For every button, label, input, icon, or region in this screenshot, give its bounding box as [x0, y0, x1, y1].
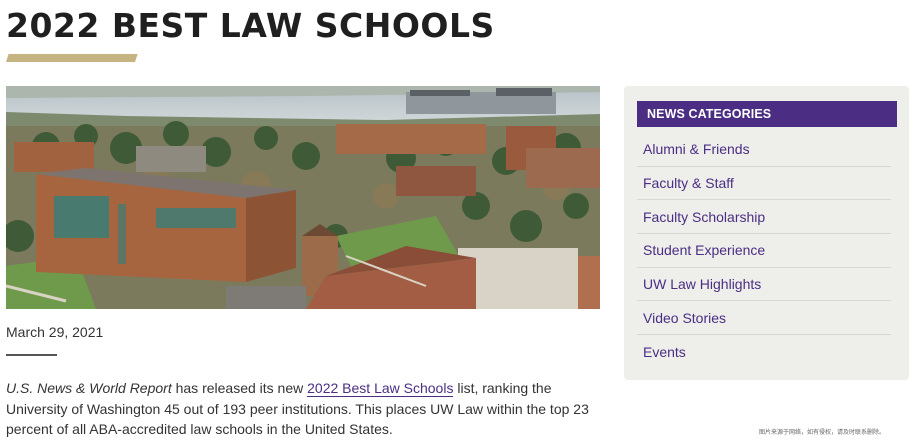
category-link-student-experience[interactable]: Student Experience — [637, 234, 891, 268]
image-source-notice: 图片来源于网络，如有侵权，请及时联系删除。 — [759, 430, 886, 436]
article-date: March 29, 2021 — [6, 324, 104, 340]
category-link-video-stories[interactable]: Video Stories — [637, 301, 891, 336]
category-link-faculty-staff[interactable]: Faculty & Staff — [637, 167, 891, 201]
article-lede: U.S. News & World Report has released it… — [6, 378, 606, 440]
category-link-alumni-friends[interactable]: Alumni & Friends — [637, 133, 891, 167]
date-divider — [6, 354, 57, 356]
page: 2022 BEST LAW SCHOOLS March 29, 2021 U.S… — [0, 0, 920, 443]
lede-text-1: has released its new — [171, 380, 308, 396]
news-categories-heading: NEWS CATEGORIES — [637, 101, 897, 127]
title-accent-bar — [6, 54, 138, 62]
category-link-events[interactable]: Events — [637, 335, 891, 369]
page-title: 2022 BEST LAW SCHOOLS — [6, 6, 495, 45]
hero-image — [6, 86, 600, 309]
news-categories-panel: NEWS CATEGORIES Alumni & Friends Faculty… — [624, 86, 909, 380]
news-categories-list: Alumni & Friends Faculty & Staff Faculty… — [637, 133, 891, 369]
category-link-uw-law-highlights[interactable]: UW Law Highlights — [637, 268, 891, 302]
publication-name: U.S. News & World Report — [6, 380, 172, 396]
category-link-faculty-scholarship[interactable]: Faculty Scholarship — [637, 200, 891, 235]
best-law-schools-link[interactable]: 2022 Best Law Schools — [307, 380, 454, 397]
campus-aerial-illustration — [6, 86, 600, 309]
